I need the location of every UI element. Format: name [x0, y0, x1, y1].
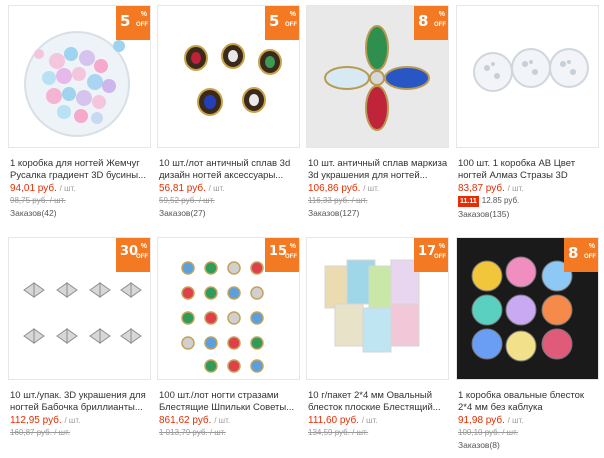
product-image[interactable]: 8 % OFF	[306, 5, 449, 148]
product-card[interactable]: 15 % OFF 100 шт./лот ногти стразами Блес…	[157, 237, 300, 438]
old-price: 1 013,79 руб. / шт.	[159, 428, 226, 437]
promo-line: 11.11 12.85 руб.	[458, 196, 520, 207]
product-image[interactable]: 5 % OFF	[8, 5, 151, 148]
product-title[interactable]: 10 шт. античный сплав маркиза 3d украшен…	[306, 158, 449, 182]
product-title[interactable]: 10 шт./упак. 3D украшения для ногтей Баб…	[8, 390, 151, 414]
product-price: 106,86 руб. / шт.	[308, 183, 380, 194]
order-count: Заказов(135)	[458, 209, 510, 219]
product-card[interactable]: 8 % OFF 10 шт. античный сплав маркиза 3d…	[306, 5, 449, 219]
discount-badge: 8 % OFF	[564, 238, 598, 272]
discount-badge: 5 % OFF	[265, 6, 299, 40]
product-card[interactable]: 30 % OFF 10 шт./упак. 3D украшения для н…	[8, 237, 151, 438]
product-title[interactable]: 1 коробка для ногтей Жемчуг Русалка град…	[8, 158, 151, 182]
rhinestone-jars-image	[473, 48, 589, 92]
product-title[interactable]: 100 шт. 1 коробка AB Цвет ногтей Алмаз С…	[456, 158, 599, 182]
product-title[interactable]: 10 г/пакет 2*4 мм Овальный блесток плоск…	[306, 390, 449, 414]
old-price: 134,59 руб. / шт.	[308, 428, 369, 437]
product-card[interactable]: 8 % OFF 1 коробка овальные блесток 2*4 м…	[456, 237, 599, 451]
product-price: 111,60 руб. / шт.	[308, 415, 378, 426]
old-price: 160,87 руб. / шт.	[10, 428, 71, 437]
product-title[interactable]: 10 шт./лот античный сплав 3d дизайн ногт…	[157, 158, 300, 182]
old-price: 116,33 руб. / шт.	[308, 196, 368, 205]
product-price: 861,62 руб. / шт.	[159, 415, 231, 426]
order-count: Заказов(127)	[308, 208, 360, 218]
old-price: 98,75 руб. / шт.	[10, 196, 66, 205]
order-count: Заказов(27)	[159, 208, 206, 218]
product-price: 91,98 руб. / шт.	[458, 415, 524, 426]
old-price: 59,52 руб. / шт.	[159, 196, 215, 205]
product-image[interactable]: 30 % OFF	[8, 237, 151, 380]
old-price: 100,10 руб. / шт.	[458, 428, 519, 437]
product-card[interactable]: 5 % OFF 1 коробка для ногтей Жемчуг Руса…	[8, 5, 151, 219]
product-price: 83,87 руб. / шт.	[458, 183, 524, 194]
product-card[interactable]: 17 % OFF 10 г/пакет 2*4 мм Овальный блес…	[306, 237, 449, 438]
product-image[interactable]: 17 % OFF	[306, 237, 449, 380]
product-image[interactable]	[456, 5, 599, 148]
sale-tag: 11.11	[458, 196, 479, 207]
discount-badge: 5 % OFF	[116, 6, 150, 40]
product-price: 56,81 руб. / шт.	[159, 183, 225, 194]
discount-badge: 30 % OFF	[116, 238, 150, 272]
order-count: Заказов(42)	[10, 208, 57, 218]
product-title[interactable]: 1 коробка овальные блесток 2*4 мм без ка…	[456, 390, 599, 414]
product-image[interactable]: 15 % OFF	[157, 237, 300, 380]
discount-badge: 15 % OFF	[265, 238, 299, 272]
product-grid: 5 % OFF 1 коробка для ногтей Жемчуг Руса…	[0, 0, 604, 458]
discount-badge: 8 % OFF	[414, 6, 448, 40]
product-card[interactable]: 100 шт. 1 коробка AB Цвет ногтей Алмаз С…	[456, 5, 599, 220]
product-image[interactable]: 5 % OFF	[157, 5, 300, 148]
product-title[interactable]: 100 шт./лот ногти стразами Блестящие Шпи…	[157, 390, 300, 414]
product-card[interactable]: 5 % OFF 10 шт./лот античный сплав 3d диз…	[157, 5, 300, 219]
product-price: 94,01 руб. / шт.	[10, 183, 76, 194]
product-image[interactable]: 8 % OFF	[456, 237, 599, 380]
discount-badge: 17 % OFF	[414, 238, 448, 272]
product-price: 112,95 руб. / шт.	[10, 415, 81, 426]
order-count: Заказов(8)	[458, 440, 500, 450]
